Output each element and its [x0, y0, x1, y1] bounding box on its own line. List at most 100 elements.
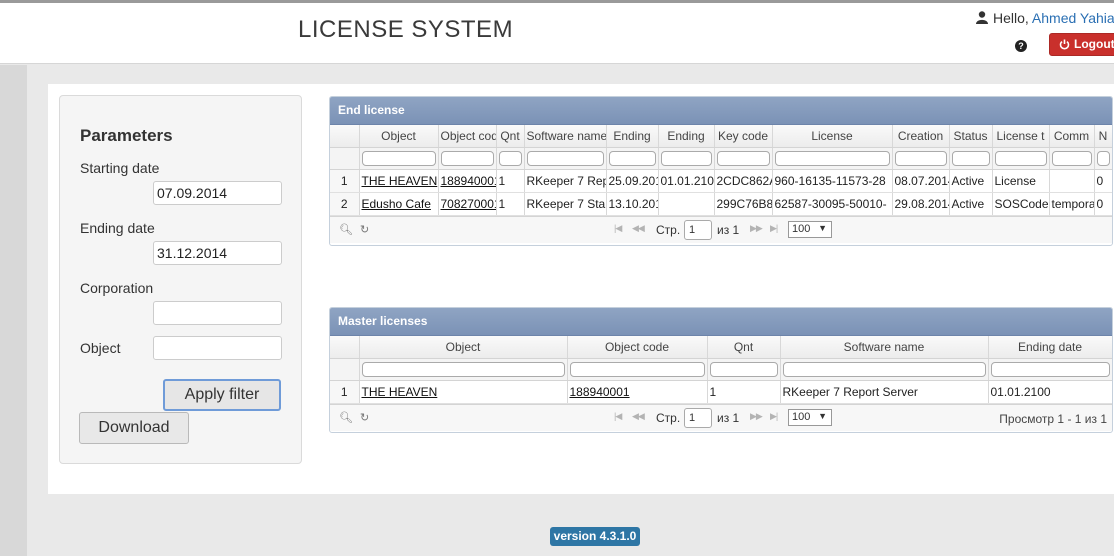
page-size-select[interactable]: 100 ▼	[788, 408, 832, 426]
column-header[interactable]: Object code	[438, 125, 497, 148]
filter-input[interactable]	[660, 150, 712, 166]
table-cell: 13.10.2014	[606, 192, 659, 216]
object-code-link[interactable]: 188940001	[441, 174, 496, 188]
column-header[interactable]: Ending	[658, 125, 715, 148]
first-page-icon[interactable]: |◀	[614, 223, 622, 234]
master-licenses-grid: Master licenses Object Object code Qnt S…	[329, 307, 1113, 433]
power-icon	[1059, 36, 1070, 57]
corporation-input[interactable]	[153, 301, 282, 325]
filter-input[interactable]	[498, 150, 522, 166]
column-header[interactable]: Object	[359, 336, 568, 359]
filter-input[interactable]	[526, 150, 604, 166]
next-page-icon[interactable]: ▶▶	[750, 411, 763, 422]
column-header[interactable]: Creation	[892, 125, 950, 148]
search-icon[interactable]: 🔍︎	[339, 223, 353, 236]
object-link[interactable]: THE HEAVEN	[362, 385, 438, 399]
first-page-icon[interactable]: |◀	[614, 411, 622, 422]
last-page-icon[interactable]: ▶|	[770, 223, 778, 234]
end-license-header-row: Object Object code Qnt Software name End…	[330, 125, 1112, 148]
table-cell: 1	[496, 192, 525, 216]
apply-filter-button[interactable]: Apply filter	[163, 379, 281, 411]
master-licenses-table: Object Object code Qnt Software name End…	[330, 336, 1112, 404]
filter-input[interactable]	[894, 150, 947, 166]
table-cell: 1	[707, 380, 781, 404]
filter-input[interactable]	[1051, 150, 1092, 166]
prev-page-icon[interactable]: ◀◀	[632, 223, 645, 234]
app-title: LICENSE SYSTEM	[298, 16, 514, 43]
user-greeting: Hello, Ahmed Yahia	[976, 10, 1114, 26]
filter-input[interactable]	[709, 361, 778, 377]
page-input[interactable]: 1	[684, 407, 712, 428]
object-input[interactable]	[153, 336, 282, 360]
filter-input[interactable]	[569, 361, 705, 377]
filter-input[interactable]	[994, 150, 1047, 166]
column-header[interactable]: Ending	[606, 125, 659, 148]
ending-date-input[interactable]: 31.12.2014	[153, 241, 282, 265]
last-page-icon[interactable]: ▶|	[770, 411, 778, 422]
table-cell: 01.01.2100	[988, 380, 1112, 404]
table-cell: 29.08.2014	[892, 192, 950, 216]
column-header[interactable]: Software name	[524, 125, 607, 148]
column-header[interactable]: Status	[949, 125, 993, 148]
filter-input[interactable]	[361, 361, 565, 377]
column-header[interactable]: Software name	[780, 336, 989, 359]
ending-date-label: Ending date	[80, 220, 155, 236]
column-header[interactable]: Object	[359, 125, 439, 148]
filter-input[interactable]	[951, 150, 990, 166]
table-row[interactable]: 1 THE HEAVEN 188940001 1 RKeeper 7 Repor…	[330, 169, 1112, 193]
column-header[interactable]: License	[772, 125, 893, 148]
filter-input[interactable]	[361, 150, 436, 166]
table-row[interactable]: 2 Edusho Cafe 708270001 1 RKeeper 7 Stan…	[330, 192, 1112, 216]
page-size-select[interactable]: 100 ▼	[788, 220, 832, 238]
object-link[interactable]: Edusho Cafe	[362, 197, 431, 211]
starting-date-input[interactable]: 07.09.2014	[153, 181, 282, 205]
logout-button[interactable]: Logout	[1049, 33, 1114, 56]
table-cell: 25.09.2014	[606, 169, 659, 193]
column-header[interactable]: Ending date	[988, 336, 1112, 359]
table-cell: 01.01.2100	[658, 169, 715, 193]
starting-date-label: Starting date	[80, 160, 160, 176]
help-icon[interactable]: ?	[1015, 40, 1027, 52]
table-cell: Active	[949, 192, 993, 216]
greeting-text: Hello,	[993, 10, 1032, 26]
logout-label: Logout	[1074, 37, 1114, 51]
column-header[interactable]: Qnt	[496, 125, 525, 148]
column-header[interactable]: Object code	[567, 336, 708, 359]
filter-input[interactable]	[608, 150, 656, 166]
object-link[interactable]: THE HEAVEN	[362, 174, 438, 188]
object-code-link[interactable]: 188940001	[570, 385, 630, 399]
filter-cell	[330, 147, 360, 170]
filter-input[interactable]	[1096, 150, 1110, 166]
table-cell: 0	[1094, 192, 1112, 216]
filter-input[interactable]	[782, 361, 986, 377]
refresh-icon[interactable]: ↻	[360, 223, 369, 236]
page-size-value: 100	[792, 410, 811, 423]
download-button[interactable]: Download	[79, 412, 189, 444]
prev-page-icon[interactable]: ◀◀	[632, 411, 645, 422]
row-number-header	[330, 336, 360, 359]
filter-input[interactable]	[716, 150, 770, 166]
object-code-link[interactable]: 708270001	[441, 197, 496, 211]
end-license-caption: End license	[330, 97, 1112, 125]
table-cell: License	[992, 169, 1050, 193]
column-header[interactable]: License t	[992, 125, 1050, 148]
master-licenses-pager: 🔍︎ ↻ |◀ ◀◀ Стр. 1 из 1 ▶▶ ▶| 100 ▼ Просмо…	[330, 403, 1112, 431]
app-header: LICENSE SYSTEM Hello, Ahmed Yahia ? Logo…	[0, 3, 1114, 64]
refresh-icon[interactable]: ↻	[360, 411, 369, 424]
filter-input[interactable]	[990, 361, 1110, 377]
column-header[interactable]: Comm	[1049, 125, 1095, 148]
column-header[interactable]: N	[1094, 125, 1112, 148]
filter-input[interactable]	[440, 150, 494, 166]
table-row[interactable]: 1 THE HEAVEN 188940001 1 RKeeper 7 Repor…	[330, 380, 1112, 404]
filter-input[interactable]	[774, 150, 890, 166]
next-page-icon[interactable]: ▶▶	[750, 223, 763, 234]
table-cell: RKeeper 7 Standard	[524, 192, 607, 216]
page-input[interactable]: 1	[684, 219, 712, 240]
column-header[interactable]: Key code	[714, 125, 773, 148]
page-label: Стр.	[656, 222, 681, 237]
user-name-link[interactable]: Ahmed Yahia	[1032, 10, 1114, 26]
column-header[interactable]: Qnt	[707, 336, 781, 359]
table-cell: 1	[496, 169, 525, 193]
filter-row	[330, 147, 1112, 170]
search-icon[interactable]: 🔍︎	[339, 411, 353, 424]
